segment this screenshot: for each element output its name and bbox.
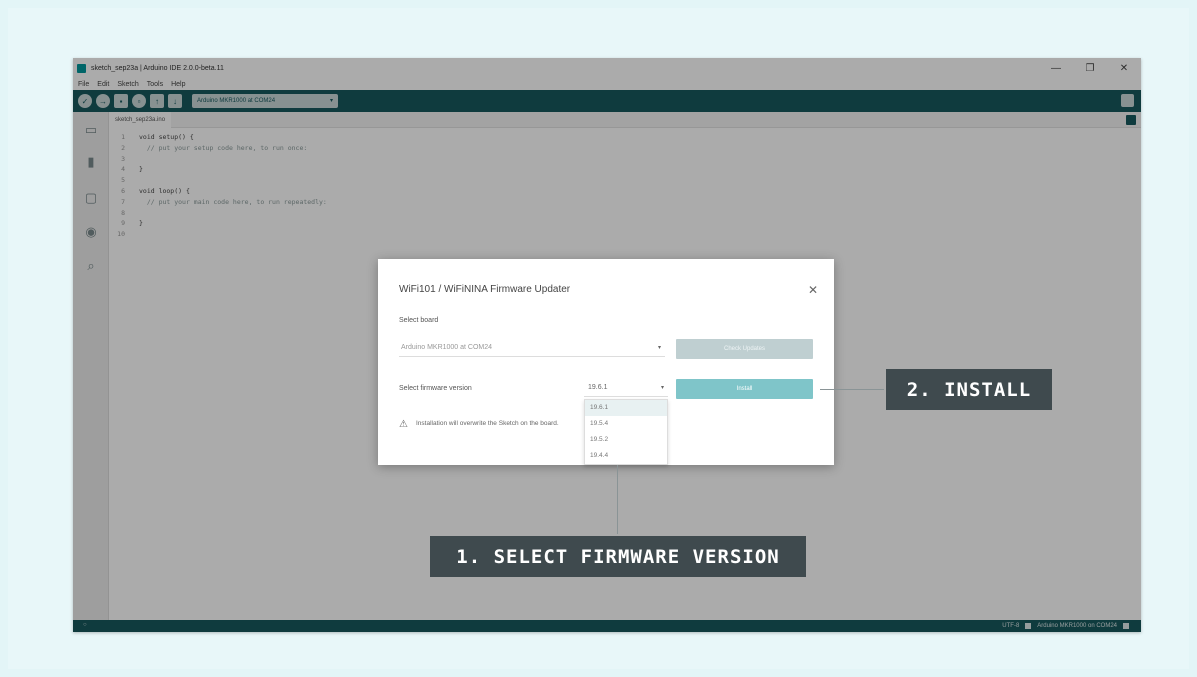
install-callout-line — [820, 389, 884, 390]
warning-text: Installation will overwrite the Sketch o… — [416, 420, 559, 427]
firmware-version-value: 19.6.1 — [588, 384, 608, 391]
firmware-version-select[interactable]: 19.6.1 ▾ — [584, 379, 668, 397]
firmware-option[interactable]: 19.6.1 — [585, 400, 667, 416]
board-select-value: Arduino MKR1000 at COM24 — [401, 344, 493, 351]
firmware-option[interactable]: 19.4.4 — [585, 448, 667, 464]
firmware-option[interactable]: 19.5.2 — [585, 432, 667, 448]
warning-icon: ⚠ — [399, 419, 408, 430]
select-firmware-callout: 1. SELECT FIRMWARE VERSION — [430, 536, 806, 577]
firmware-option[interactable]: 19.5.4 — [585, 416, 667, 432]
chevron-down-icon: ▾ — [660, 385, 664, 391]
install-callout: 2. INSTALL — [886, 369, 1052, 410]
chevron-down-icon: ▾ — [657, 345, 661, 351]
select-board-label: Select board — [399, 317, 439, 324]
select-callout-line — [617, 465, 618, 534]
check-updates-button[interactable]: Check Updates — [676, 339, 813, 359]
install-button[interactable]: Install — [676, 379, 813, 399]
dialog-title: WiFi101 / WiFiNINA Firmware Updater — [399, 284, 571, 295]
dialog-close-icon[interactable]: ✕ — [808, 283, 818, 297]
board-select-field[interactable]: Arduino MKR1000 at COM24 ▾ — [399, 339, 665, 357]
firmware-version-dropdown: 19.6.1 19.5.4 19.5.2 19.4.4 — [584, 399, 668, 465]
select-firmware-label: Select firmware version — [399, 385, 472, 392]
